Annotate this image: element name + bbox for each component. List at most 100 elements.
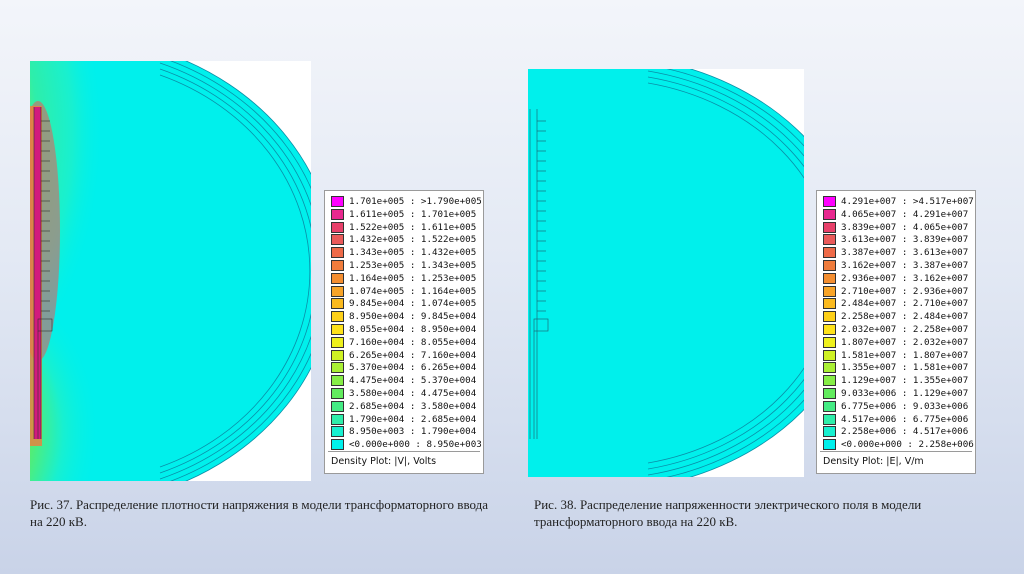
legend-range-label: 3.162e+007 : 3.387e+007 xyxy=(841,260,969,271)
legend-range-label: 6.265e+004 : 7.160e+004 xyxy=(349,349,477,361)
legend-swatch xyxy=(823,234,836,246)
legend-range-label: 2.936e+007 : 3.162e+007 xyxy=(841,272,969,284)
legend-entry: 1.129e+007 : 1.355e+007 xyxy=(823,374,968,387)
legend-swatch xyxy=(331,285,344,297)
legend-swatch xyxy=(331,260,344,271)
voltage-density-plot xyxy=(30,61,311,481)
legend-entry: 3.387e+007 : 3.613e+007 xyxy=(823,246,968,259)
legend-swatch xyxy=(331,336,344,348)
field-strength-drawing xyxy=(528,69,804,477)
legend-entry: 2.484e+007 : 2.710e+007 xyxy=(823,297,968,310)
legend-swatch xyxy=(331,247,344,259)
legend-entry: 1.432e+005 : 1.522e+005 xyxy=(331,233,476,246)
legend-entry: 1.355e+007 : 1.581e+007 xyxy=(823,361,968,374)
legend-swatch xyxy=(331,439,344,451)
legend-entry: 1.522e+005 : 1.611e+005 xyxy=(331,221,476,234)
legend-range-label: 1.253e+005 : 1.343e+005 xyxy=(349,260,477,271)
legend-range-label: 3.613e+007 : 3.839e+007 xyxy=(841,234,969,246)
legend-swatch xyxy=(331,311,344,323)
legend-swatch xyxy=(823,324,836,335)
legend-swatch xyxy=(331,324,344,335)
legend-entry: 1.581e+007 : 1.807e+007 xyxy=(823,349,968,362)
legend-swatch xyxy=(823,298,836,310)
legend-entry: 6.775e+006 : 9.033e+006 xyxy=(823,400,968,413)
legend-entry: 3.162e+007 : 3.387e+007 xyxy=(823,259,968,272)
legend-range-label: 1.074e+005 : 1.164e+005 xyxy=(349,285,477,297)
legend-range-label: 3.839e+007 : 4.065e+007 xyxy=(841,221,969,233)
legend-entry: 1.790e+004 : 2.685e+004 xyxy=(331,413,476,426)
legend-range-label: 4.065e+007 : 4.291e+007 xyxy=(841,208,969,220)
legend-entry: 3.580e+004 : 4.475e+004 xyxy=(331,387,476,400)
legend-swatch xyxy=(331,413,344,425)
legend-entry: 1.253e+005 : 1.343e+005 xyxy=(331,259,476,272)
legend-range-label: 2.258e+006 : 4.517e+006 xyxy=(841,426,969,438)
legend-entry: 2.685e+004 : 3.580e+004 xyxy=(331,400,476,413)
electric-field-density-plot xyxy=(528,69,804,477)
legend-entry: 5.370e+004 : 6.265e+004 xyxy=(331,361,476,374)
legend-swatch xyxy=(823,272,836,284)
legend-range-label: 5.370e+004 : 6.265e+004 xyxy=(349,362,477,374)
legend-swatch xyxy=(823,413,836,425)
legend-swatch xyxy=(823,336,836,348)
legend-range-label: 1.164e+005 : 1.253e+005 xyxy=(349,272,477,284)
legend-range-label: 4.291e+007 : >4.517e+007 xyxy=(841,196,974,207)
legend-range-label: 6.775e+006 : 9.033e+006 xyxy=(841,400,969,412)
legend-swatch xyxy=(331,400,344,412)
legend-range-label: 1.522e+005 : 1.611e+005 xyxy=(349,221,477,233)
legend-swatch xyxy=(823,375,836,387)
legend-swatch xyxy=(823,221,836,233)
legend-entry: 1.343e+005 : 1.432e+005 xyxy=(331,246,476,259)
legend-entry: 8.055e+004 : 8.950e+004 xyxy=(331,323,476,336)
legend-range-label: 2.685e+004 : 3.580e+004 xyxy=(349,400,477,412)
legend-entry: 1.164e+005 : 1.253e+005 xyxy=(331,272,476,285)
legend-swatch xyxy=(331,362,344,374)
legend-range-label: 3.580e+004 : 4.475e+004 xyxy=(349,388,477,399)
legend-divider xyxy=(328,451,480,452)
legend-range-label: 1.432e+005 : 1.522e+005 xyxy=(349,234,477,246)
legend-entry: 3.613e+007 : 3.839e+007 xyxy=(823,233,968,246)
legend-entry: 4.065e+007 : 4.291e+007 xyxy=(823,208,968,221)
legend-swatch xyxy=(823,285,836,297)
legend-entry: 8.950e+004 : 9.845e+004 xyxy=(331,310,476,323)
legend-entry: 4.517e+006 : 6.775e+006 xyxy=(823,413,968,426)
legend-range-label: 8.950e+004 : 9.845e+004 xyxy=(349,311,477,323)
legend-title: Density Plot: |E|, V/m xyxy=(823,456,924,467)
legend-range-label: 1.581e+007 : 1.807e+007 xyxy=(841,349,969,361)
legend-swatch xyxy=(331,349,344,361)
legend-entry: 2.032e+007 : 2.258e+007 xyxy=(823,323,968,336)
legend-divider xyxy=(820,451,972,452)
legend-entry: 9.845e+004 : 1.074e+005 xyxy=(331,297,476,310)
legend-swatch xyxy=(331,426,344,438)
legend-range-label: 1.807e+007 : 2.032e+007 xyxy=(841,336,969,348)
legend-entry: 6.265e+004 : 7.160e+004 xyxy=(331,349,476,362)
legend-range-label: 7.160e+004 : 8.055e+004 xyxy=(349,336,477,348)
legend-range-label: <0.000e+000 : 8.950e+003 xyxy=(349,439,482,451)
legend-swatch xyxy=(331,208,344,220)
figure-37-caption: Рис. 37. Распределение плотности напряже… xyxy=(30,497,489,529)
legend-swatch xyxy=(823,311,836,323)
legend-entry: <0.000e+000 : 2.258e+006 xyxy=(823,438,974,451)
legend-swatch xyxy=(823,260,836,271)
legend-range-label: 1.355e+007 : 1.581e+007 xyxy=(841,362,969,374)
voltage-field-drawing xyxy=(30,61,311,481)
legend-swatch xyxy=(823,362,836,374)
legend-entry: 3.839e+007 : 4.065e+007 xyxy=(823,221,968,234)
legend-swatch xyxy=(823,388,836,399)
legend-entry: 2.710e+007 : 2.936e+007 xyxy=(823,285,968,298)
legend-swatch xyxy=(331,196,344,207)
legend-swatch xyxy=(331,234,344,246)
legend-entry: 1.611e+005 : 1.701e+005 xyxy=(331,208,476,221)
legend-range-label: 1.611e+005 : 1.701e+005 xyxy=(349,208,477,220)
legend-range-label: 1.701e+005 : >1.790e+005 xyxy=(349,196,482,207)
legend-entry: 4.291e+007 : >4.517e+007 xyxy=(823,195,974,208)
legend-swatch xyxy=(823,439,836,451)
legend-swatch xyxy=(331,298,344,310)
legend-entry: 1.074e+005 : 1.164e+005 xyxy=(331,285,476,298)
legend-entry: 8.950e+003 : 1.790e+004 xyxy=(331,425,476,438)
legend-entry: 2.258e+007 : 2.484e+007 xyxy=(823,310,968,323)
legend-entry: 2.258e+006 : 4.517e+006 xyxy=(823,425,968,438)
legend-range-label: 4.475e+004 : 5.370e+004 xyxy=(349,375,477,387)
legend-range-label: 9.033e+006 : 1.129e+007 xyxy=(841,388,969,399)
legend-range-label: 9.845e+004 : 1.074e+005 xyxy=(349,298,477,310)
legend-entry: 2.936e+007 : 3.162e+007 xyxy=(823,272,968,285)
